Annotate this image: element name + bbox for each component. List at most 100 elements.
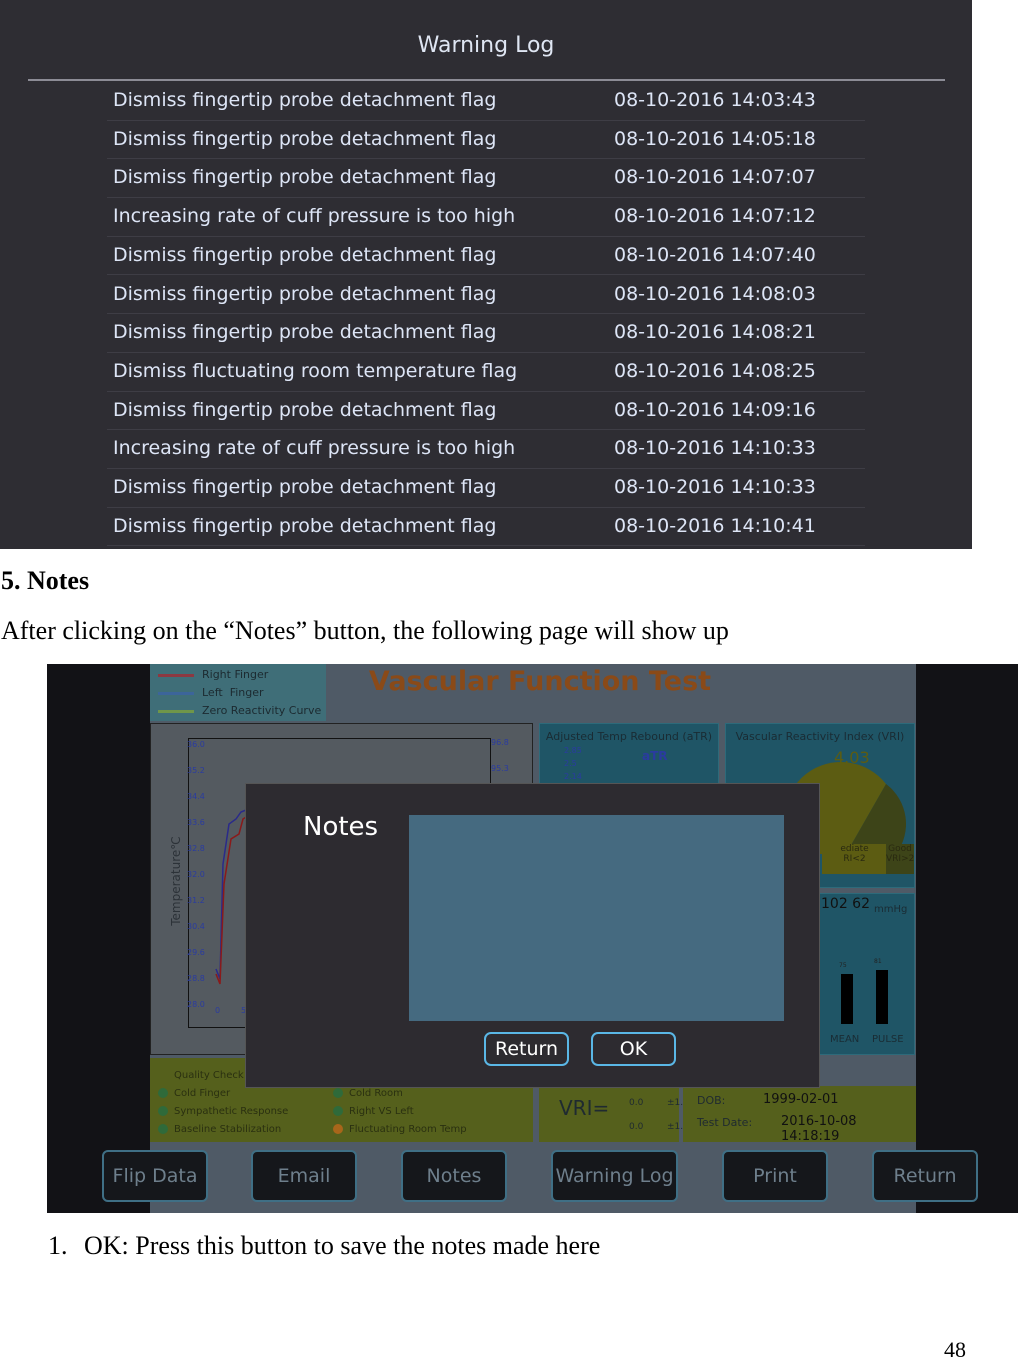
warning-message: Dismiss fingertip probe detachment flag bbox=[113, 127, 497, 150]
warning-log-row: Dismiss fingertip probe detachment flag 0… bbox=[107, 314, 865, 353]
atr-tick: 2.5 bbox=[564, 759, 577, 768]
vri-val: 0.0 bbox=[629, 1098, 644, 1108]
warning-message: Dismiss fingertip probe detachment flag bbox=[113, 282, 497, 305]
atr-tick: 2.85 bbox=[564, 746, 582, 755]
quality-label: Cold Finger bbox=[174, 1088, 231, 1099]
atr-tick: 2.14 bbox=[564, 772, 582, 781]
warning-time: 08-10-2016 14:10:33 bbox=[614, 437, 816, 460]
list-number: 1. bbox=[48, 1231, 68, 1260]
quality-item: Cold Finger bbox=[158, 1088, 230, 1099]
quality-item: Baseline Stabilization bbox=[158, 1124, 281, 1135]
warning-time: 08-10-2016 14:05:18 bbox=[614, 127, 816, 150]
status-dot-icon bbox=[158, 1124, 168, 1134]
list-item: OK: Press this button to save the notes … bbox=[84, 1231, 601, 1260]
warning-time: 08-10-2016 14:10:41 bbox=[614, 514, 816, 537]
warning-log-row: Dismiss fingertip probe detachment flag 0… bbox=[107, 469, 865, 508]
warning-log-button[interactable]: Warning Log bbox=[551, 1150, 678, 1202]
dialog-ok-button[interactable]: OK bbox=[591, 1032, 676, 1066]
warning-message: Increasing rate of cuff pressure is too … bbox=[113, 205, 516, 228]
vri-good-sub: VRI>2 bbox=[886, 854, 915, 864]
pulse-bar bbox=[876, 970, 888, 1024]
legend-swatch bbox=[158, 673, 194, 677]
status-dot-icon bbox=[158, 1088, 168, 1098]
legend-swatch bbox=[158, 709, 194, 713]
warning-time: 08-10-2016 14:07:12 bbox=[614, 205, 816, 228]
vri-value: 4.03 bbox=[834, 748, 870, 767]
email-button[interactable]: Email bbox=[251, 1150, 357, 1202]
warning-message: Dismiss fingertip probe detachment flag bbox=[113, 243, 497, 266]
notes-dialog: Notes Return OK bbox=[245, 783, 820, 1088]
warning-time: 08-10-2016 14:08:03 bbox=[614, 282, 816, 305]
warning-message: Increasing rate of cuff pressure is too … bbox=[113, 437, 516, 460]
test-date-label: Test Date: bbox=[697, 1116, 753, 1129]
quality-label: Right VS Left bbox=[349, 1106, 414, 1117]
warning-time: 08-10-2016 14:08:21 bbox=[614, 321, 816, 344]
warning-log-row: Increasing rate of cuff pressure is too … bbox=[107, 430, 865, 469]
vri-intermediate-sub: RI<2 bbox=[843, 854, 866, 864]
quality-item: Cold Room bbox=[333, 1088, 403, 1099]
warning-log-row: Dismiss fingertip probe detachment flag 0… bbox=[107, 392, 865, 431]
warning-message: Dismiss fingertip probe detachment flag bbox=[113, 476, 497, 498]
quality-label: Sympathetic Response bbox=[174, 1106, 289, 1117]
status-dot-icon bbox=[333, 1088, 343, 1098]
warning-log-row: Dismiss fingertip probe detachment flag 0… bbox=[107, 276, 865, 315]
warning-message: Dismiss fingertip probe detachment flag bbox=[113, 398, 497, 421]
test-date-value: 2016-10-08 14:18:19 bbox=[781, 1114, 857, 1144]
atr-label: aTR bbox=[642, 749, 668, 763]
pulse-label: PULSE bbox=[872, 1034, 904, 1045]
warning-message: Dismiss fluctuating room temperature fla… bbox=[113, 359, 518, 382]
warning-message: Dismiss fingertip probe detachment flag bbox=[113, 321, 497, 344]
vri-val: 0.0 bbox=[629, 1122, 644, 1132]
section-heading: 5. Notes bbox=[1, 566, 90, 595]
dob-value: 1999-02-01 bbox=[763, 1092, 839, 1107]
quality-label: Baseline Stabilization bbox=[174, 1124, 282, 1135]
flip-data-button[interactable]: Flip Data bbox=[102, 1150, 208, 1202]
vri-intermediate: ediate RI<2 bbox=[822, 844, 887, 874]
warning-time: 08-10-2016 14:07:40 bbox=[614, 243, 816, 266]
notes-screenshot: Right Finger Left Finger Zero Reactivity C… bbox=[47, 664, 1018, 1213]
warning-log-row: Dismiss fingertip probe detachment flag 0… bbox=[107, 121, 865, 160]
legend-label: Zero Reactivity Curve bbox=[202, 704, 322, 717]
warning-message: Dismiss fingertip probe detachment flag bbox=[113, 89, 497, 111]
patient-info-panel: DOB: 1999-02-01 Test Date: 2016-10-08 14… bbox=[683, 1086, 916, 1144]
warning-time: 08-10-2016 14:10:33 bbox=[614, 476, 816, 498]
warning-log-screenshot: Warning Log Dismiss fingertip probe deta… bbox=[0, 0, 972, 549]
warning-log-title: Warning Log bbox=[417, 33, 555, 58]
quality-item: Fluctuating Room Temp bbox=[333, 1124, 467, 1135]
warning-message: Dismiss fingertip probe detachment flag bbox=[113, 514, 497, 537]
legend-swatch bbox=[158, 691, 194, 695]
legend-item: Right Finger bbox=[158, 668, 268, 681]
divider bbox=[28, 79, 945, 81]
warning-message: Dismiss fingertip probe detachment flag bbox=[113, 166, 497, 189]
mean-bar bbox=[841, 974, 853, 1024]
bp-value: 102 62 bbox=[821, 896, 870, 912]
dob-label: DOB: bbox=[697, 1094, 726, 1107]
notes-dialog-title: Notes bbox=[303, 812, 379, 842]
status-dot-icon bbox=[333, 1106, 343, 1116]
pulse-value: 81 bbox=[874, 958, 882, 965]
quality-label: Fluctuating Room Temp bbox=[349, 1124, 467, 1135]
warning-log-row: Increasing rate of cuff pressure is too … bbox=[107, 198, 865, 237]
print-button[interactable]: Print bbox=[722, 1150, 828, 1202]
warning-time: 08-10-2016 14:03:43 bbox=[614, 89, 816, 111]
status-dot-icon bbox=[333, 1124, 343, 1134]
vri-good: Good VRI>2 bbox=[886, 844, 914, 874]
return-button[interactable]: Return bbox=[872, 1150, 978, 1202]
vri-good-label: Good bbox=[888, 844, 912, 854]
warning-log-row: Dismiss fingertip probe detachment flag 0… bbox=[107, 508, 865, 547]
quality-title: Quality Check bbox=[174, 1070, 244, 1081]
legend-label: Right Finger bbox=[202, 668, 269, 681]
warning-time: 08-10-2016 14:09:16 bbox=[614, 398, 816, 421]
bp-unit: mmHg bbox=[874, 904, 908, 915]
warning-log-row: Dismiss fingertip probe detachment flag 0… bbox=[107, 82, 865, 121]
dialog-return-button[interactable]: Return bbox=[484, 1032, 569, 1066]
legend-item: Zero Reactivity Curve bbox=[158, 704, 321, 717]
notes-button[interactable]: Notes bbox=[401, 1150, 507, 1202]
quality-item: Sympathetic Response bbox=[158, 1106, 288, 1117]
warning-log-row: Dismiss fingertip probe detachment flag 0… bbox=[107, 237, 865, 276]
mean-value: 75 bbox=[839, 962, 847, 969]
vri-title: Vascular Reactivity Index (VRI) bbox=[735, 730, 905, 743]
intro-text: After clicking on the “Notes” button, th… bbox=[1, 616, 729, 645]
quality-label: Cold Room bbox=[349, 1088, 403, 1099]
notes-textarea[interactable] bbox=[409, 815, 784, 1021]
